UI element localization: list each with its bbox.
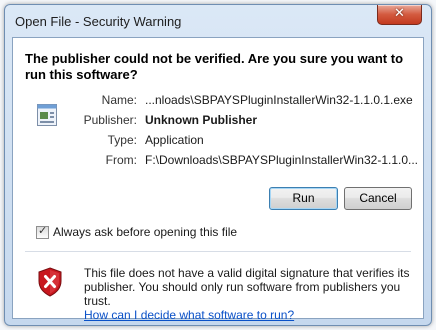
type-value: Application [145, 133, 204, 147]
checkmark-icon: ✓ [38, 224, 48, 237]
close-icon: ✕ [394, 6, 405, 21]
application-file-icon [37, 104, 57, 129]
title-bar[interactable]: Open File - Security Warning ✕ [5, 5, 431, 37]
warning-text: This file does not have a valid digital … [84, 266, 410, 308]
from-label: From: [105, 153, 137, 167]
always-ask-label[interactable]: Always ask before opening this file [53, 225, 237, 239]
window-title: Open File - Security Warning [15, 14, 182, 29]
type-label: Type: [107, 133, 137, 147]
name-label: Name: [101, 93, 137, 107]
close-button[interactable]: ✕ [377, 5, 422, 25]
always-ask-checkbox[interactable]: ✓ [36, 224, 49, 239]
cancel-button[interactable]: Cancel [344, 187, 412, 210]
shield-error-icon [37, 267, 63, 300]
dialog-headline: The publisher could not be verified. Are… [25, 51, 404, 82]
from-value: F:\Downloads\SBPAYSPluginInstallerWin32-… [145, 153, 419, 167]
dialog-body: The publisher could not be verified. Are… [12, 37, 424, 322]
publisher-value: Unknown Publisher [145, 113, 258, 127]
separator [25, 251, 411, 252]
publisher-label: Publisher: [83, 113, 137, 127]
run-button[interactable]: Run [269, 187, 338, 210]
security-warning-window: Open File - Security Warning ✕ The publi… [4, 4, 432, 326]
warning-message: This file does not have a valid digital … [84, 266, 414, 322]
help-link[interactable]: How can I decide what software to run? [84, 308, 294, 322]
name-value: ...nloads\SBPAYSPluginInstallerWin32-1.1… [145, 93, 413, 107]
